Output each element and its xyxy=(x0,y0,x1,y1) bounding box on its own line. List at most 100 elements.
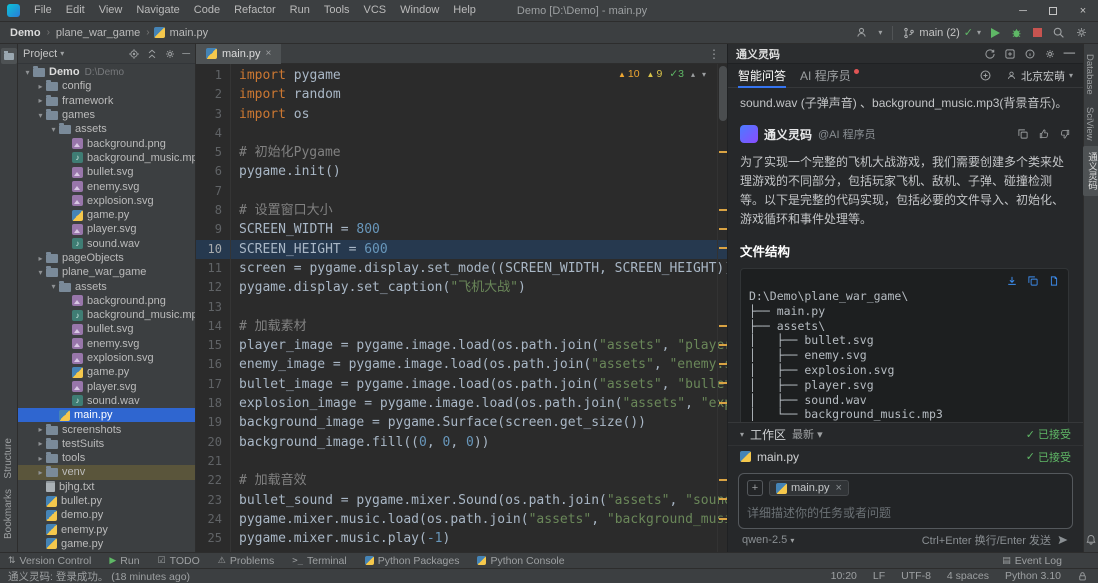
menu-help[interactable]: Help xyxy=(446,0,483,21)
code-line[interactable]: background_image.fill((0, 0, 0)) xyxy=(231,433,727,452)
code-line[interactable] xyxy=(231,298,727,317)
menu-run[interactable]: Run xyxy=(283,0,317,21)
editor-tab-mainpy[interactable]: main.py × xyxy=(196,44,281,64)
tree-chevron-icon[interactable]: ▸ xyxy=(35,82,46,91)
warning-count[interactable]: ▲10 xyxy=(618,68,640,80)
tree-chevron-icon[interactable]: ▸ xyxy=(35,425,46,434)
chat-input-placeholder[interactable]: 详细描述你的任务或者问题 xyxy=(747,504,1064,521)
thumbs-up-icon[interactable] xyxy=(1038,128,1050,140)
tree-item[interactable]: bullet.py xyxy=(18,494,195,508)
toolwindow-stripe-database[interactable]: Database xyxy=(1083,48,1096,101)
tree-chevron-icon[interactable]: ▾ xyxy=(35,111,46,120)
tree-chevron-icon[interactable]: ▾ xyxy=(22,68,33,77)
status-item-utf-8[interactable]: UTF-8 xyxy=(901,570,931,582)
minimize-button[interactable]: ─ xyxy=(1008,0,1038,22)
tree-chevron-icon[interactable]: ▸ xyxy=(35,439,46,448)
code-line[interactable]: enemy_image = pygame.image.load(os.path.… xyxy=(231,355,727,374)
thumbs-down-icon[interactable] xyxy=(1059,128,1071,140)
code-line[interactable]: pygame.mixer.music.load(os.path.join("as… xyxy=(231,510,727,529)
breadcrumb-item-main.py[interactable]: main.py xyxy=(168,27,211,39)
new-chat-icon[interactable] xyxy=(1004,48,1016,60)
tree-item[interactable]: game.py xyxy=(18,537,195,551)
tree-item[interactable]: ▸framework xyxy=(18,94,195,108)
code-line[interactable]: import random xyxy=(231,85,727,104)
next-issue-icon[interactable]: ▾ xyxy=(702,70,706,79)
tree-item[interactable]: enemy.svg xyxy=(18,337,195,351)
close-button[interactable]: × xyxy=(1068,0,1098,22)
history-icon[interactable] xyxy=(984,48,996,60)
user-account-icon[interactable] xyxy=(855,26,868,39)
tree-item[interactable]: ▸config xyxy=(18,79,195,93)
toolwindow-stripe-sciview[interactable]: SciView xyxy=(1083,101,1096,147)
toolwindow-button-todo[interactable]: ☑TODO xyxy=(158,555,200,567)
tree-item[interactable]: demo.py xyxy=(18,508,195,522)
workspace-filter[interactable]: 最新 ▾ xyxy=(792,426,823,442)
prev-issue-icon[interactable]: ▴ xyxy=(691,70,695,79)
tree-item[interactable]: ▾DemoD:\Demo xyxy=(18,65,195,79)
git-branch-widget[interactable]: main (2) ✓ ▾ xyxy=(903,26,981,39)
profile-selector[interactable]: 北京宏萌 ▾ xyxy=(1006,68,1073,84)
tab-close-icon[interactable]: × xyxy=(266,48,272,59)
code-line[interactable]: player_image = pygame.image.load(os.path… xyxy=(231,336,727,355)
code-line[interactable]: SCREEN_WIDTH = 800 xyxy=(231,220,727,239)
breadcrumb-item-plane_war_game[interactable]: plane_war_game xyxy=(54,27,142,39)
tree-item[interactable]: ▾games xyxy=(18,108,195,122)
context-chip-mainpy[interactable]: main.py × xyxy=(769,480,849,496)
weak-warning-count[interactable]: ▲9 xyxy=(647,68,663,80)
chip-close-icon[interactable]: × xyxy=(836,482,842,494)
code-content[interactable]: import pygameimport randomimport os# 初始化… xyxy=(231,64,727,552)
send-button[interactable] xyxy=(1057,534,1069,546)
code-line[interactable]: # 加载音效 xyxy=(231,471,727,490)
hide-panel-button[interactable]: ─ xyxy=(182,48,190,60)
toolwindow-stripe-通义灵码[interactable]: 通义灵码 xyxy=(1083,146,1098,196)
menu-vcs[interactable]: VCS xyxy=(357,0,394,21)
tree-chevron-icon[interactable]: ▾ xyxy=(35,268,46,277)
tree-item[interactable]: player.svg xyxy=(18,380,195,394)
debug-button[interactable] xyxy=(1010,26,1023,39)
status-message[interactable]: 通义灵码: 登录成功。 (18 minutes ago) xyxy=(8,569,190,583)
menu-tools[interactable]: Tools xyxy=(317,0,357,21)
tree-item[interactable]: game.py xyxy=(18,208,195,222)
run-button[interactable] xyxy=(991,28,1000,38)
tree-item[interactable]: ▸screenshots xyxy=(18,422,195,436)
workspace-file-row[interactable]: main.py ✓ 已接受 xyxy=(728,445,1083,467)
menu-refactor[interactable]: Refactor xyxy=(227,0,283,21)
tree-chevron-icon[interactable]: ▾ xyxy=(48,282,59,291)
code-line[interactable]: screen = pygame.display.set_mode((SCREEN… xyxy=(231,259,727,278)
tree-item[interactable]: bjhg.txt xyxy=(18,480,195,494)
tree-item[interactable]: bullet.svg xyxy=(18,165,195,179)
project-toolwindow-button[interactable] xyxy=(1,48,17,64)
stop-button[interactable] xyxy=(1033,28,1042,37)
tab-ai-programmer[interactable]: AI 程序员 xyxy=(800,64,859,88)
code-line[interactable]: pygame.mixer.music.play(-1) xyxy=(231,529,727,548)
tree-item[interactable]: ▾plane_war_game xyxy=(18,265,195,279)
toolwindow-stripe-bookmarks[interactable]: Bookmarks xyxy=(1,484,16,544)
tree-item[interactable]: explosion.svg xyxy=(18,351,195,365)
model-selector[interactable]: qwen-2.5 ▾ xyxy=(742,534,794,546)
editor-scrollbar[interactable] xyxy=(717,64,727,552)
toolwindow-button-run[interactable]: ▶Run xyxy=(109,555,139,567)
code-line[interactable] xyxy=(231,124,727,143)
code-line[interactable]: pygame.display.set_caption("飞机大战") xyxy=(231,278,727,297)
toolwindow-button-version-control[interactable]: ⇅Version Control xyxy=(8,555,91,567)
project-panel-title[interactable]: Project xyxy=(23,48,57,60)
search-everywhere-button[interactable] xyxy=(1052,26,1065,39)
notifications-bell-icon[interactable] xyxy=(1085,534,1097,546)
tree-item[interactable]: game.py xyxy=(18,365,195,379)
status-item-python-3.10[interactable]: Python 3.10 xyxy=(1005,570,1061,582)
tab-smart-qa[interactable]: 智能问答 xyxy=(738,64,786,88)
tree-chevron-icon[interactable]: ▾ xyxy=(48,125,59,134)
code-line[interactable] xyxy=(231,452,727,471)
tree-item[interactable]: ▾assets xyxy=(18,279,195,293)
workspace-row[interactable]: ▾ 工作区 最新 ▾ ✓ 已接受 xyxy=(728,423,1083,445)
code-line[interactable]: # 加载素材 xyxy=(231,317,727,336)
tree-item[interactable]: main.py xyxy=(18,408,195,422)
code-line[interactable]: import os xyxy=(231,105,727,124)
menu-window[interactable]: Window xyxy=(393,0,446,21)
tree-chevron-icon[interactable]: ▸ xyxy=(35,254,46,263)
tab-options-icon[interactable]: ⋮ xyxy=(708,47,727,61)
code-line[interactable]: # 设置窗口大小 xyxy=(231,201,727,220)
toolwindow-button-python-packages[interactable]: Python Packages xyxy=(365,555,460,567)
toolwindow-button-terminal[interactable]: >_Terminal xyxy=(292,555,347,567)
settings-gear-icon[interactable] xyxy=(1044,48,1056,60)
